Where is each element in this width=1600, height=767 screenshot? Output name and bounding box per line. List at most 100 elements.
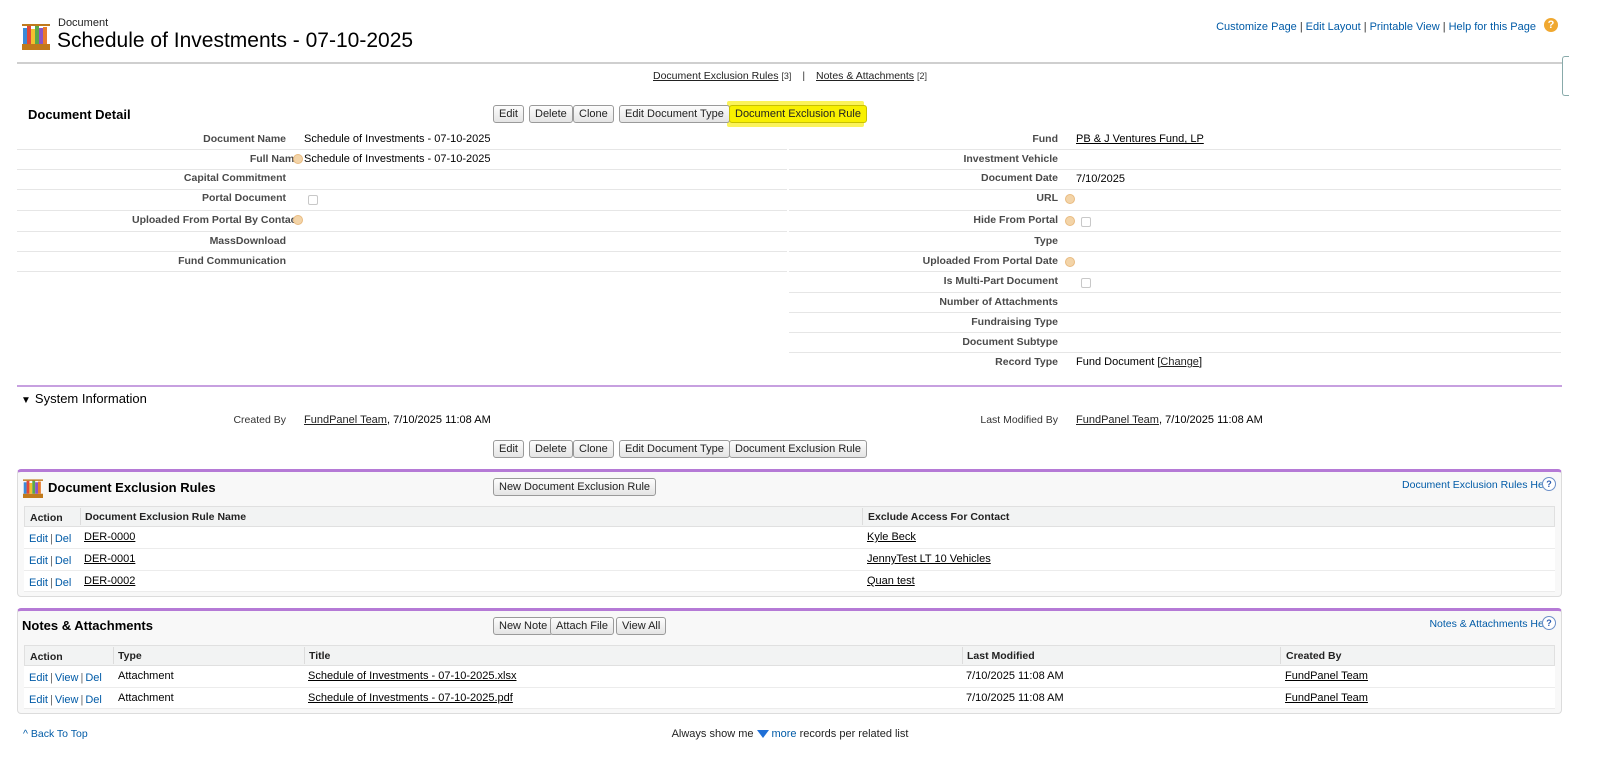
created-by-link[interactable]: FundPanel Team bbox=[1285, 670, 1368, 682]
exclusion-rules-help-link[interactable]: Document Exclusion Rules Help bbox=[1402, 479, 1552, 491]
info-icon[interactable] bbox=[1065, 257, 1075, 267]
related-link-exclusion-rules[interactable]: Document Exclusion Rules bbox=[653, 70, 778, 82]
del-link[interactable]: Del bbox=[55, 555, 72, 567]
help-icon[interactable]: ? bbox=[1542, 616, 1556, 630]
delete-button[interactable]: Delete bbox=[529, 105, 573, 123]
del-link[interactable]: Del bbox=[55, 577, 72, 589]
column-header: Document Exclusion Rule Name bbox=[85, 511, 247, 523]
attachment-title-link[interactable]: Schedule of Investments - 07-10-2025.pdf bbox=[308, 692, 513, 704]
related-link-separator: | bbox=[802, 70, 806, 82]
clone-button[interactable]: Clone bbox=[573, 105, 614, 123]
document-exclusion-rule-button[interactable]: Document Exclusion Rule bbox=[729, 105, 867, 123]
row-divider bbox=[17, 231, 787, 232]
created-by-user-link[interactable]: FundPanel Team bbox=[304, 414, 387, 426]
column-separator bbox=[962, 647, 963, 664]
attachment-type: Attachment bbox=[118, 692, 174, 704]
contact-link[interactable]: Quan test bbox=[867, 575, 915, 587]
info-icon[interactable] bbox=[293, 154, 303, 164]
edit-button-bottom[interactable]: Edit bbox=[493, 440, 524, 458]
contact-link[interactable]: JennyTest LT 10 Vehicles bbox=[867, 553, 991, 565]
rule-name-link[interactable]: DER-0000 bbox=[84, 531, 135, 543]
field-label-type: Type bbox=[1034, 235, 1058, 247]
edit-link[interactable]: Edit bbox=[29, 533, 48, 545]
field-label-fundraising-type: Fundraising Type bbox=[971, 316, 1058, 328]
triangle-down-icon[interactable] bbox=[757, 730, 770, 738]
modified-by-user-link[interactable]: FundPanel Team bbox=[1076, 414, 1159, 426]
related-list-links: Document Exclusion Rules [3] | Notes & A… bbox=[0, 70, 1580, 82]
printable-view-link[interactable]: Printable View bbox=[1370, 21, 1440, 33]
info-icon[interactable] bbox=[293, 215, 303, 225]
view-link[interactable]: View bbox=[55, 694, 79, 706]
row-actions: Edit | Del bbox=[29, 577, 72, 589]
more-records-link[interactable]: more bbox=[771, 728, 796, 740]
created-by-value: FundPanel Team, 7/10/2025 11:08 AM bbox=[304, 414, 491, 426]
last-modified-value: 7/10/2025 11:08 AM bbox=[966, 670, 1064, 682]
row-actions: Edit | View | Del bbox=[29, 694, 102, 706]
field-label-investment-vehicle: Investment Vehicle bbox=[963, 153, 1058, 165]
created-by-label: Created By bbox=[233, 414, 286, 426]
row-divider bbox=[17, 149, 787, 150]
hide-from-portal-checkbox bbox=[1081, 217, 1091, 227]
rule-name-link[interactable]: DER-0002 bbox=[84, 575, 135, 587]
edit-link[interactable]: Edit bbox=[29, 577, 48, 589]
edit-document-type-button[interactable]: Edit Document Type bbox=[619, 105, 730, 123]
help-for-page-link[interactable]: Help for this Page bbox=[1449, 21, 1536, 33]
del-link[interactable]: Del bbox=[85, 672, 102, 684]
contact-link[interactable]: Kyle Beck bbox=[867, 531, 916, 543]
row-divider bbox=[789, 149, 1561, 150]
system-information-toggle[interactable]: ▼ System Information bbox=[21, 391, 147, 406]
related-link-notes[interactable]: Notes & Attachments bbox=[816, 70, 914, 82]
view-all-button[interactable]: View All bbox=[616, 617, 667, 635]
column-header: Action bbox=[30, 512, 63, 524]
edit-link[interactable]: Edit bbox=[29, 555, 48, 567]
field-label-portal-document: Portal Document bbox=[201, 192, 286, 204]
rule-name-link[interactable]: DER-0001 bbox=[84, 553, 135, 565]
row-divider bbox=[17, 210, 787, 211]
document-exclusion-rule-button-bottom[interactable]: Document Exclusion Rule bbox=[729, 440, 867, 458]
help-icon[interactable]: ? bbox=[1542, 477, 1556, 491]
del-link[interactable]: Del bbox=[85, 694, 102, 706]
notes-attachments-title: Notes & Attachments bbox=[22, 618, 153, 633]
edit-document-type-button-bottom[interactable]: Edit Document Type bbox=[619, 440, 730, 458]
field-label-fund: Fund bbox=[1032, 133, 1058, 145]
document-stack-icon bbox=[22, 24, 50, 50]
field-value-document-date: 7/10/2025 bbox=[1076, 173, 1125, 185]
created-by-link[interactable]: FundPanel Team bbox=[1285, 692, 1368, 704]
row-divider bbox=[789, 169, 1561, 170]
row-divider bbox=[17, 271, 787, 272]
clone-button-bottom[interactable]: Clone bbox=[573, 440, 614, 458]
edit-link[interactable]: Edit bbox=[29, 672, 48, 684]
last-modified-by-label: Last Modified By bbox=[980, 414, 1058, 426]
column-separator bbox=[113, 647, 114, 664]
row-divider bbox=[17, 169, 787, 170]
info-icon[interactable] bbox=[1065, 216, 1075, 226]
attachment-title-link[interactable]: Schedule of Investments - 07-10-2025.xls… bbox=[308, 670, 517, 682]
del-link[interactable]: Del bbox=[55, 533, 72, 545]
field-label-uploaded-from-portal-date: Uploaded From Portal Date bbox=[922, 255, 1058, 267]
column-header: Exclude Access For Contact bbox=[868, 511, 1010, 523]
column-header: Title bbox=[309, 650, 331, 662]
created-by-date: , 7/10/2025 11:08 AM bbox=[386, 414, 491, 426]
help-icon[interactable]: ? bbox=[1544, 18, 1558, 32]
row-actions: Edit | Del bbox=[29, 555, 72, 567]
customize-page-link[interactable]: Customize Page bbox=[1216, 21, 1297, 33]
attach-file-button[interactable]: Attach File bbox=[550, 617, 614, 635]
edit-link[interactable]: Edit bbox=[29, 694, 48, 706]
fund-link[interactable]: PB & J Ventures Fund, LP bbox=[1076, 133, 1204, 145]
edit-layout-link[interactable]: Edit Layout bbox=[1306, 21, 1361, 33]
new-note-button[interactable]: New Note bbox=[493, 617, 554, 635]
notes-attachments-help-link[interactable]: Notes & Attachments Help bbox=[1429, 618, 1552, 630]
new-document-exclusion-rule-button[interactable]: New Document Exclusion Rule bbox=[493, 478, 657, 496]
row-divider bbox=[17, 189, 787, 190]
section-divider bbox=[17, 385, 1562, 387]
delete-button-bottom[interactable]: Delete bbox=[529, 440, 573, 458]
change-record-type-link[interactable]: Change bbox=[1160, 356, 1199, 368]
object-type-label: Document bbox=[58, 17, 109, 29]
record-type-value: Fund Document bbox=[1076, 356, 1155, 368]
table-row bbox=[24, 549, 1555, 571]
field-label-document-date: Document Date bbox=[980, 172, 1058, 184]
column-separator bbox=[80, 508, 81, 525]
edit-button[interactable]: Edit bbox=[493, 105, 524, 123]
info-icon[interactable] bbox=[1065, 194, 1075, 204]
view-link[interactable]: View bbox=[55, 672, 79, 684]
